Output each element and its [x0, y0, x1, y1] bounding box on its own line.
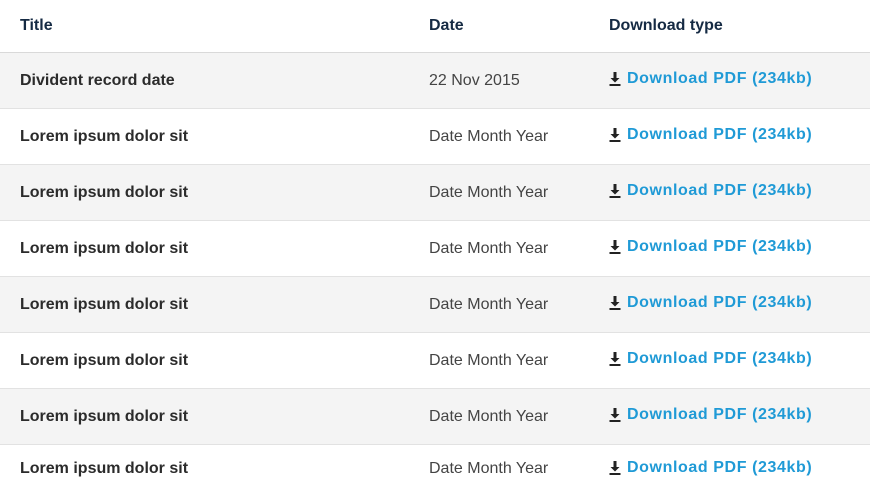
table-row: Divident record date 22 Nov 2015 Downloa…	[0, 53, 870, 109]
download-icon	[609, 240, 621, 254]
table-row: Lorem ipsum dolor sit Date Month Year Do…	[0, 445, 870, 490]
header-date: Date	[429, 17, 464, 34]
row-title: Divident record date	[20, 71, 175, 89]
row-title: Lorem ipsum dolor sit	[20, 351, 189, 369]
row-title: Lorem ipsum dolor sit	[20, 183, 189, 201]
download-pdf-link[interactable]: Download PDF (234kb)	[609, 238, 812, 256]
row-date: 22 Nov 2015	[429, 71, 520, 89]
download-pdf-link[interactable]: Download PDF (234kb)	[609, 182, 812, 200]
table-row: Lorem ipsum dolor sit Date Month Year Do…	[0, 165, 870, 221]
download-icon	[609, 184, 621, 198]
row-date: Date Month Year	[429, 460, 549, 477]
row-title: Lorem ipsum dolor sit	[20, 407, 189, 425]
download-icon	[609, 352, 621, 366]
row-date: Date Month Year	[429, 127, 549, 145]
row-title: Lorem ipsum dolor sit	[20, 127, 189, 145]
row-date: Date Month Year	[429, 295, 549, 313]
table-row: Lorem ipsum dolor sit Date Month Year Do…	[0, 109, 870, 165]
download-label: Download PDF (234kb)	[627, 350, 813, 367]
table-row: Lorem ipsum dolor sit Date Month Year Do…	[0, 221, 870, 277]
download-pdf-link[interactable]: Download PDF (234kb)	[609, 294, 812, 312]
row-date: Date Month Year	[429, 183, 549, 201]
download-label: Download PDF (234kb)	[627, 406, 813, 423]
download-icon	[609, 408, 621, 422]
download-icon	[609, 128, 621, 142]
header-title: Title	[20, 17, 53, 34]
table-row: Lorem ipsum dolor sit Date Month Year Do…	[0, 333, 870, 389]
download-pdf-link[interactable]: Download PDF (234kb)	[609, 459, 812, 477]
download-icon	[609, 460, 621, 475]
table-row: Lorem ipsum dolor sit Date Month Year Do…	[0, 389, 870, 445]
download-pdf-link[interactable]: Download PDF (234kb)	[609, 350, 812, 368]
download-label: Download PDF (234kb)	[627, 70, 813, 87]
download-label: Download PDF (234kb)	[627, 238, 813, 255]
download-label: Download PDF (234kb)	[627, 294, 813, 311]
table-header: Title Date Download type	[0, 0, 870, 53]
download-pdf-link[interactable]: Download PDF (234kb)	[609, 126, 812, 144]
row-date: Date Month Year	[429, 407, 549, 425]
download-label: Download PDF (234kb)	[627, 458, 813, 476]
row-title: Lorem ipsum dolor sit	[20, 239, 189, 257]
row-date: Date Month Year	[429, 351, 549, 369]
download-pdf-link[interactable]: Download PDF (234kb)	[609, 406, 812, 424]
documents-table: Title Date Download type Divident record…	[0, 0, 870, 490]
download-label: Download PDF (234kb)	[627, 182, 813, 199]
download-pdf-link[interactable]: Download PDF (234kb)	[609, 70, 812, 88]
download-icon	[609, 296, 621, 310]
download-label: Download PDF (234kb)	[627, 126, 813, 143]
header-download-type: Download type	[609, 17, 723, 34]
table-row: Lorem ipsum dolor sit Date Month Year Do…	[0, 277, 870, 333]
row-title: Lorem ipsum dolor sit	[20, 295, 189, 313]
download-icon	[609, 72, 621, 86]
row-date: Date Month Year	[429, 239, 549, 257]
row-title: Lorem ipsum dolor sit	[20, 460, 189, 477]
